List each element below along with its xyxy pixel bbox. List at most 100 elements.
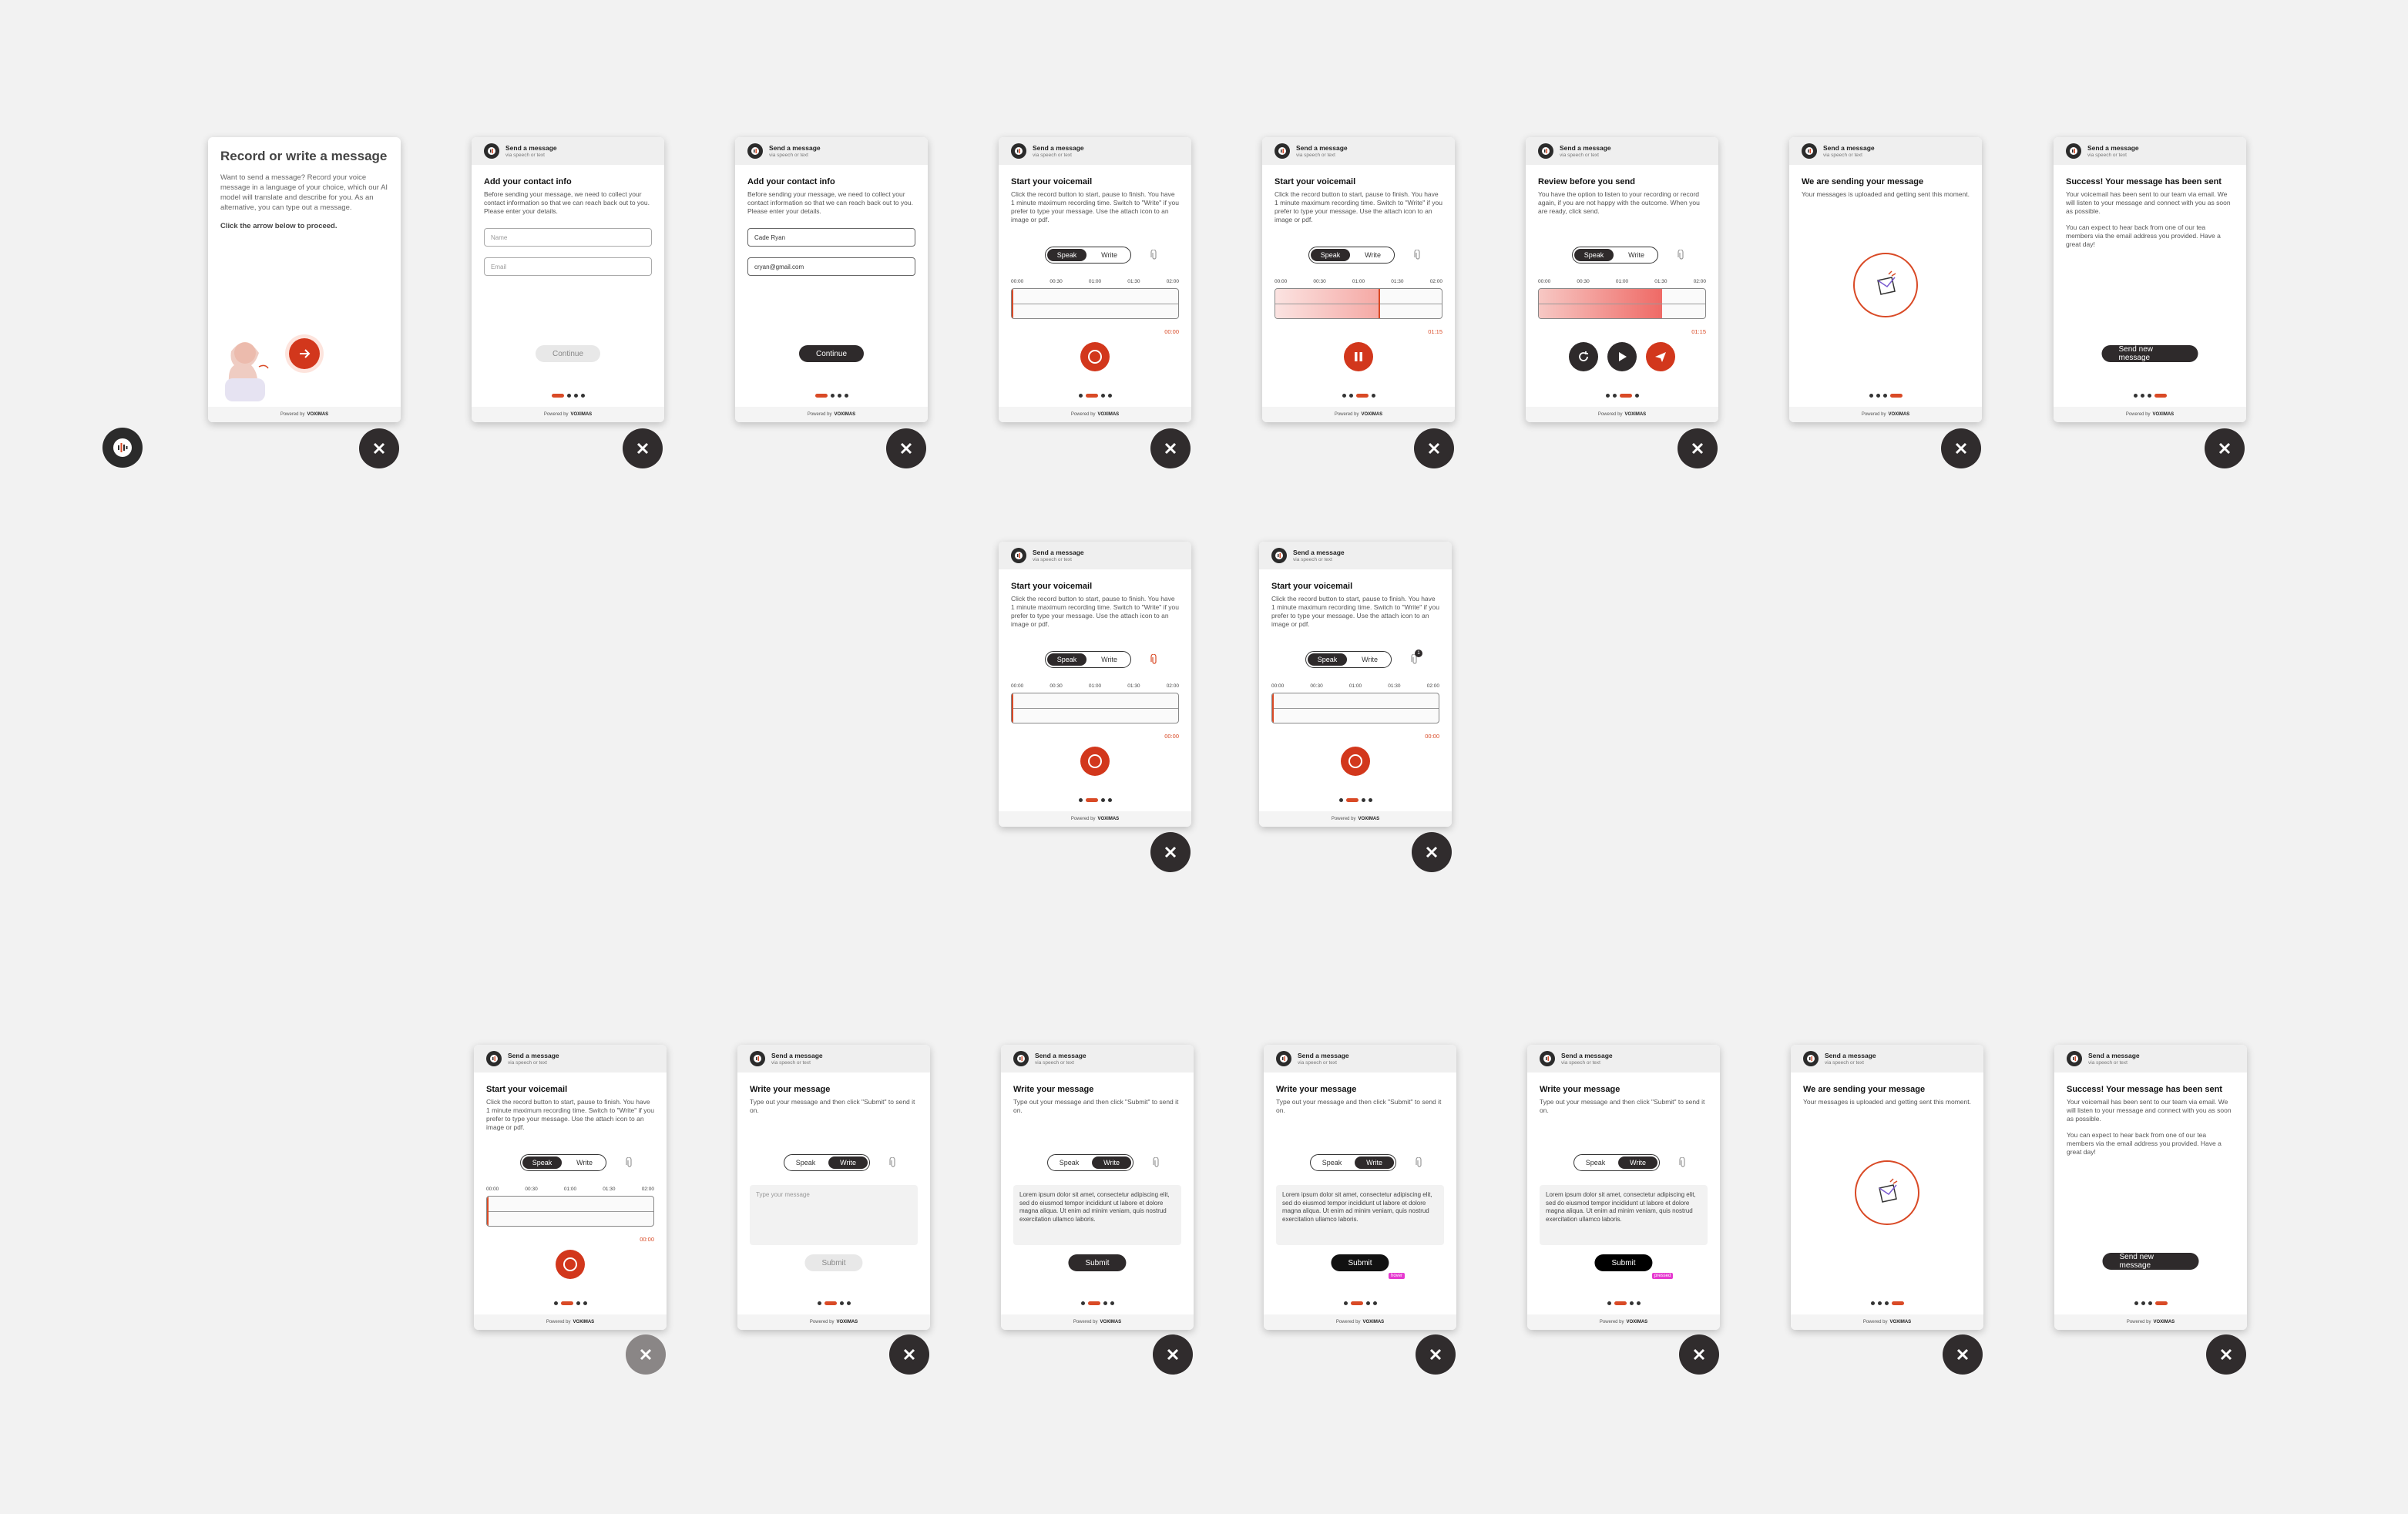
- speak-tab[interactable]: Speak: [1312, 1156, 1352, 1169]
- speak-write-toggle[interactable]: Speak Write: [1572, 247, 1659, 264]
- speak-tab[interactable]: Speak: [522, 1156, 563, 1169]
- speak-write-toggle[interactable]: Speak Write: [1310, 1154, 1397, 1171]
- speak-write-toggle[interactable]: Speak Write: [1045, 247, 1132, 264]
- close-icon: [1955, 442, 1967, 455]
- attach-icon[interactable]: [1150, 654, 1158, 665]
- submit-button[interactable]: Submit: [1594, 1254, 1653, 1271]
- record-button[interactable]: [1080, 342, 1110, 371]
- speak-write-toggle[interactable]: Speak Write: [1047, 1154, 1134, 1171]
- timeline: 00:00 00:30 01:00 01:30 02:00: [1271, 683, 1439, 689]
- speak-tab[interactable]: Speak: [1574, 249, 1614, 261]
- send-new-message-button[interactable]: Send new message: [2102, 1253, 2199, 1270]
- send-button[interactable]: [1646, 342, 1675, 371]
- email-field[interactable]: Email: [484, 257, 652, 276]
- write-tab[interactable]: Write: [565, 1156, 604, 1169]
- launcher-button[interactable]: [102, 428, 143, 468]
- write-tab[interactable]: Write: [1617, 249, 1656, 261]
- record-button[interactable]: [556, 1250, 585, 1279]
- write-tab[interactable]: Write: [1350, 653, 1389, 666]
- write-tab[interactable]: Write: [1355, 1156, 1395, 1169]
- message-textarea[interactable]: Lorem ipsum dolor sit amet, consectetur …: [1276, 1185, 1444, 1245]
- close-button[interactable]: [1941, 428, 1981, 468]
- timeline: 00:00 00:30 01:00 01:30 02:00: [1011, 279, 1179, 284]
- header-subtitle: via speech or text: [1035, 1059, 1074, 1066]
- footer-brand: VOXIMAS: [2152, 412, 2175, 417]
- close-button[interactable]: [1943, 1334, 1983, 1375]
- send-new-message-button[interactable]: Send new message: [2101, 345, 2198, 362]
- brand-logo-icon: [484, 143, 499, 159]
- submit-button[interactable]: Submit: [804, 1254, 863, 1271]
- close-button[interactable]: [2205, 428, 2245, 468]
- continue-button[interactable]: Continue: [798, 345, 865, 362]
- close-button[interactable]: [889, 1334, 929, 1375]
- close-button[interactable]: [1414, 428, 1454, 468]
- success-desc-1: Your voicemail has been sent to our team…: [2066, 190, 2231, 215]
- intro-desc: Want to send a message? Record your voic…: [220, 173, 388, 212]
- name-field[interactable]: Cade Ryan: [747, 228, 915, 247]
- speak-tab[interactable]: Speak: [1308, 653, 1348, 666]
- close-button[interactable]: [1150, 428, 1191, 468]
- hover-tag: hover: [1389, 1273, 1406, 1279]
- speak-tab[interactable]: Speak: [1311, 249, 1351, 261]
- attach-icon[interactable]: [1678, 250, 1685, 260]
- submit-button[interactable]: Submit: [1068, 1254, 1127, 1271]
- attach-icon[interactable]: [1150, 250, 1158, 260]
- pause-button[interactable]: [1344, 342, 1373, 371]
- speak-write-toggle[interactable]: Speak Write: [1045, 651, 1132, 668]
- speak-tab[interactable]: Speak: [1047, 653, 1087, 666]
- attach-icon[interactable]: [1414, 250, 1422, 260]
- speak-write-toggle[interactable]: Speak Write: [1573, 1154, 1661, 1171]
- close-button[interactable]: [1679, 1334, 1719, 1375]
- card-header: Send a message via speech or text: [999, 542, 1191, 569]
- attach-icon[interactable]: [1679, 1157, 1687, 1168]
- close-button[interactable]: [1153, 1334, 1193, 1375]
- email-field[interactable]: cryan@gmail.com: [747, 257, 915, 276]
- close-button[interactable]: [1678, 428, 1718, 468]
- close-button[interactable]: [359, 428, 399, 468]
- close-button[interactable]: [1412, 832, 1452, 872]
- speak-tab[interactable]: Speak: [786, 1156, 825, 1169]
- close-button[interactable]: [886, 428, 926, 468]
- close-button[interactable]: [2206, 1334, 2246, 1375]
- name-field[interactable]: Name: [484, 228, 652, 247]
- write-tab[interactable]: Write: [1092, 1156, 1132, 1169]
- message-textarea[interactable]: Lorem ipsum dolor sit amet, consectetur …: [1540, 1185, 1708, 1245]
- close-button[interactable]: [626, 1334, 666, 1375]
- attach-icon[interactable]: [889, 1157, 897, 1168]
- rerecord-button[interactable]: [1569, 342, 1598, 371]
- close-button[interactable]: [623, 428, 663, 468]
- proceed-arrow-button[interactable]: [285, 334, 324, 373]
- message-textarea[interactable]: Lorem ipsum dolor sit amet, consectetur …: [1013, 1185, 1181, 1245]
- write-tab[interactable]: Write: [828, 1156, 868, 1169]
- waveform: [1271, 693, 1439, 723]
- play-button[interactable]: [1607, 342, 1637, 371]
- speak-tab[interactable]: Speak: [1050, 1156, 1089, 1169]
- progress-dots: [999, 798, 1191, 802]
- footer-brand: VOXIMAS: [1362, 1320, 1385, 1324]
- speak-tab[interactable]: Speak: [1047, 249, 1087, 261]
- attach-icon[interactable]: [1153, 1157, 1160, 1168]
- continue-button[interactable]: Continue: [535, 345, 601, 362]
- message-textarea[interactable]: Type your message: [750, 1185, 918, 1245]
- attach-icon[interactable]: [626, 1157, 633, 1168]
- write-tab[interactable]: Write: [1090, 653, 1129, 666]
- speak-tab[interactable]: Speak: [1576, 1156, 1615, 1169]
- record-button[interactable]: [1080, 747, 1110, 776]
- write-tab[interactable]: Write: [1618, 1156, 1658, 1169]
- write-tab[interactable]: Write: [1090, 249, 1129, 261]
- close-button[interactable]: [1150, 832, 1191, 872]
- tick: 01:00: [1615, 279, 1629, 284]
- speak-write-toggle[interactable]: Speak Write: [1308, 247, 1395, 264]
- footer: Powered by VOXIMAS: [735, 407, 928, 422]
- speak-write-toggle[interactable]: Speak Write: [1305, 651, 1392, 668]
- submit-button[interactable]: Submit: [1331, 1254, 1389, 1271]
- attach-icon[interactable]: [1416, 1157, 1423, 1168]
- speak-write-toggle[interactable]: Speak Write: [520, 1154, 607, 1171]
- progress-dots: [735, 394, 928, 398]
- brand-logo-icon: [1011, 143, 1026, 159]
- close-button[interactable]: [1416, 1334, 1456, 1375]
- record-button[interactable]: [1341, 747, 1370, 776]
- speak-write-toggle[interactable]: Speak Write: [784, 1154, 871, 1171]
- footer-powered: Powered by: [546, 1320, 571, 1324]
- write-tab[interactable]: Write: [1353, 249, 1392, 261]
